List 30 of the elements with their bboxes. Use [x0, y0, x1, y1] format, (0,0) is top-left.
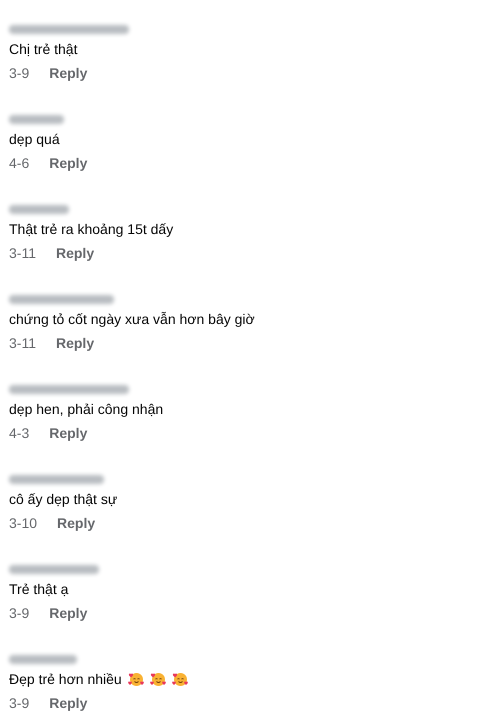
reply-link[interactable]: Reply: [49, 693, 88, 714]
comment-date: 3-10: [9, 514, 38, 533]
blurred-name: [9, 205, 69, 214]
comment-date: 3-9: [9, 64, 30, 83]
smiling-face-with-hearts-icon: [172, 671, 188, 687]
reply-link[interactable]: Reply: [49, 153, 88, 174]
comment-text: dẹp quá: [9, 130, 60, 149]
comment-text: Chị trẻ thật: [9, 40, 78, 58]
blurred-name: [9, 115, 64, 124]
reply-link[interactable]: Reply: [56, 243, 94, 264]
reply-link[interactable]: Reply: [49, 63, 88, 84]
comment-date: 4-3: [9, 424, 30, 443]
comment-date: 3-9: [9, 694, 30, 713]
comment-text: Đẹp trẻ hơn nhiều: [9, 670, 122, 689]
comment-text: Thật trẻ ra khoảng 15t dấy: [9, 220, 174, 239]
reply-link[interactable]: Reply: [49, 423, 88, 444]
comment-text: chứng tỏ cốt ngày xưa vẫn hơn bây giờ: [9, 310, 255, 329]
smiling-face-with-hearts-icon: [150, 671, 166, 687]
comment-text: dẹp hen, phải công nhận: [9, 400, 164, 419]
reply-link[interactable]: Reply: [57, 513, 96, 534]
smiling-face-with-hearts-icon: [128, 671, 144, 687]
comment-date: 3-11: [9, 244, 36, 263]
comment-date: 3-11: [9, 334, 36, 353]
blurred-name: [9, 655, 77, 664]
reply-link[interactable]: Reply: [49, 603, 88, 624]
comment-date: 3-9: [9, 604, 30, 623]
reply-link[interactable]: Reply: [56, 333, 94, 354]
comment-text: cô ấy dẹp thật sự: [9, 490, 118, 509]
comment-text: Trẻ thật ạ: [9, 580, 68, 598]
comment-date: 4-6: [9, 154, 30, 173]
